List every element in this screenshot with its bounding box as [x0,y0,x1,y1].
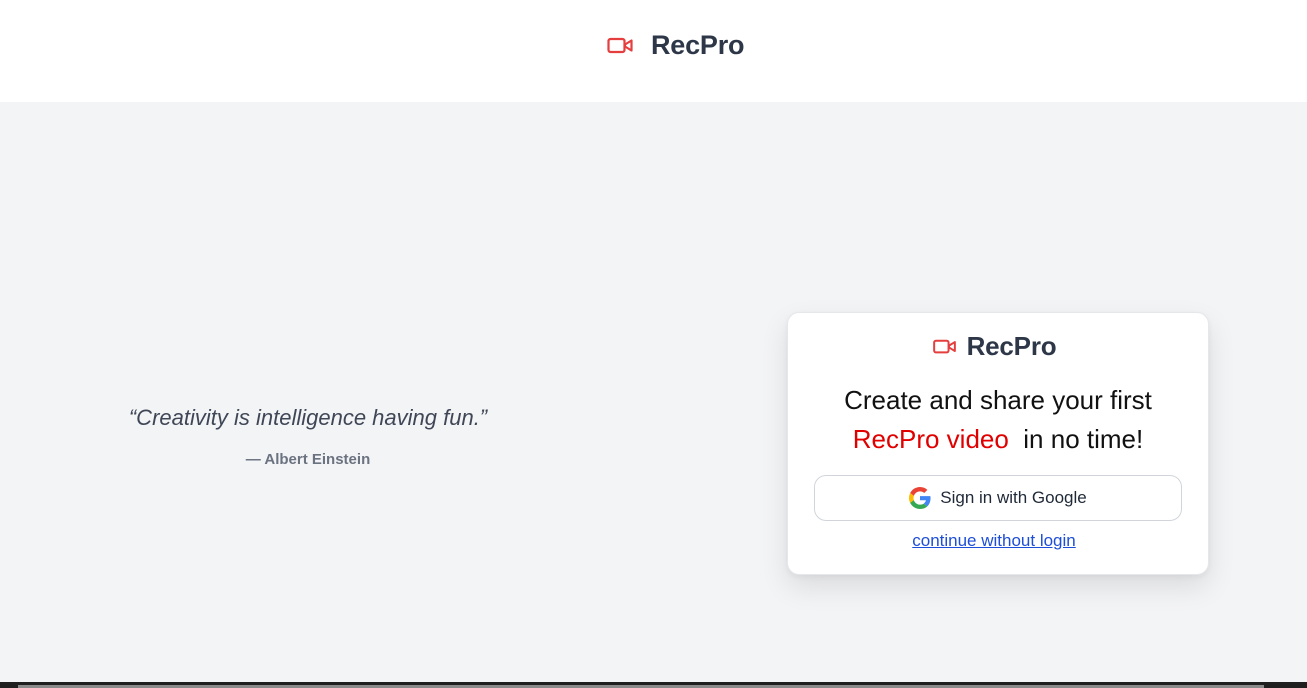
quote-author: — Albert Einstein [245,451,371,468]
quote-text: “Creativity is intelligence having fun.” [128,405,488,430]
video-camera-icon [932,339,956,353]
card-headline: Create and share your first RecPro video… [788,381,1208,459]
top-header: RecPro [0,0,1307,102]
header-brand-name: RecPro [651,30,745,60]
headline-line-1: Create and share your first [844,385,1152,415]
horizontal-scrollbar[interactable] [0,682,1307,688]
sign-in-google-button[interactable]: Sign in with Google [814,475,1182,521]
login-card: RecPro Create and share your first RecPr… [787,312,1209,575]
continue-without-login-link[interactable]: continue without login [780,531,1208,551]
headline-accent: RecPro video [852,424,1009,454]
sign-in-google-label: Sign in with Google [940,488,1087,507]
headline-line-2: RecPro video in no time! [788,420,1208,459]
card-brand-name: RecPro [966,331,1057,361]
video-camera-icon [607,37,633,53]
card-brand: RecPro [780,331,1208,362]
google-g-icon [909,487,931,509]
headline-rest: in no time! [1023,424,1144,454]
quote-section: “Creativity is intelligence having fun.”… [0,405,616,468]
header-brand[interactable]: RecPro [607,30,745,61]
